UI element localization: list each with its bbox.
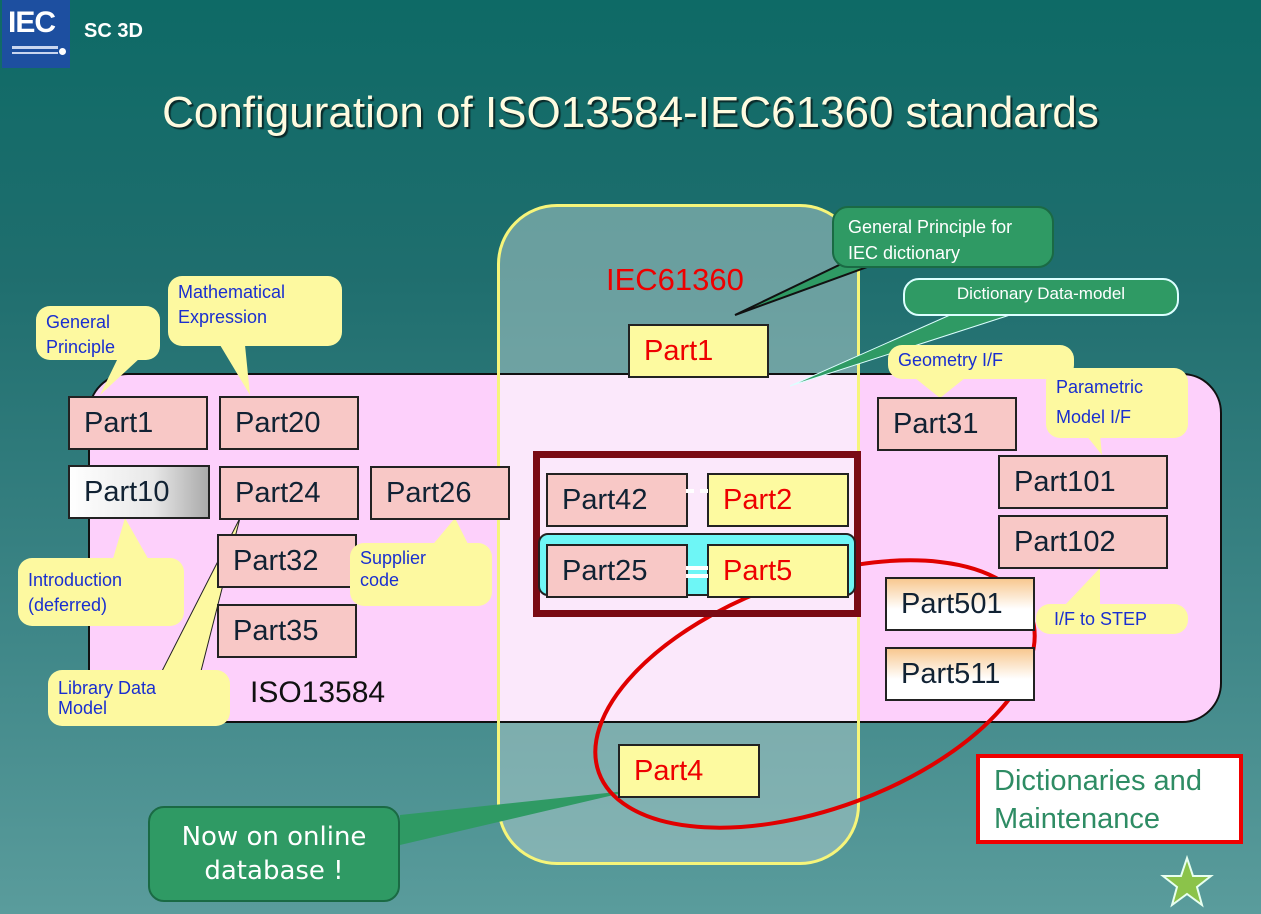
- iec-part2[interactable]: Part2: [707, 473, 849, 527]
- iso-part26[interactable]: Part26: [370, 466, 510, 520]
- callout-iec-general-principle: General Principle for IEC dictionary: [832, 206, 1054, 268]
- tail-general-principle: [100, 358, 140, 395]
- callout-supplier-code: Supplier code: [350, 543, 492, 606]
- callout-math-expression: Mathematical Expression: [168, 276, 342, 346]
- legend-dictionaries-maintenance: Dictionaries and Maintenance: [976, 754, 1243, 844]
- iso-part511[interactable]: Part511: [885, 647, 1035, 701]
- tail-step: [1065, 568, 1100, 605]
- iso-part102[interactable]: Part102: [998, 515, 1168, 569]
- callout-introduction: Introduction (deferred): [18, 558, 184, 626]
- iso-part32[interactable]: Part32: [217, 534, 357, 588]
- iec-part4[interactable]: Part4: [618, 744, 760, 798]
- iso-part101[interactable]: Part101: [998, 455, 1168, 509]
- callout-dictionary-data-model: Dictionary Data-model: [903, 278, 1179, 316]
- iso13584-label: ISO13584: [250, 676, 386, 709]
- iso-part35[interactable]: Part35: [217, 604, 357, 658]
- tail-online: [400, 790, 635, 845]
- equiv-link-42-2: [686, 489, 708, 494]
- iso-part501[interactable]: Part501: [885, 577, 1035, 631]
- callout-geometry-if: Geometry I/F: [888, 345, 1074, 379]
- iso-part24[interactable]: Part24: [219, 466, 359, 520]
- iso-part1[interactable]: Part1: [68, 396, 208, 450]
- iec-part1[interactable]: Part1: [628, 324, 769, 378]
- equiv-link-25-5: [686, 566, 708, 578]
- callout-online-database: Now on online database !: [148, 806, 400, 902]
- callout-library-data-model: Library Data Model: [48, 670, 230, 726]
- tail-geometry: [915, 378, 965, 398]
- iec-part5[interactable]: Part5: [707, 544, 849, 598]
- tail-math: [220, 345, 250, 395]
- iso-part10[interactable]: Part10: [68, 465, 210, 519]
- tail-introduction: [112, 518, 150, 562]
- iec61360-label: IEC61360: [606, 262, 744, 297]
- callout-if-to-step: I/F to STEP: [1036, 604, 1188, 634]
- tail-parametric: [1086, 435, 1102, 455]
- iso-part20[interactable]: Part20: [219, 396, 359, 450]
- iso-part31[interactable]: Part31: [877, 397, 1017, 451]
- callout-general-principle: General Principle: [36, 306, 160, 360]
- callout-parametric-model-if: Parametric Model I/F: [1046, 368, 1188, 438]
- iso-part25[interactable]: Part25: [546, 544, 688, 598]
- iso-part42[interactable]: Part42: [546, 473, 688, 527]
